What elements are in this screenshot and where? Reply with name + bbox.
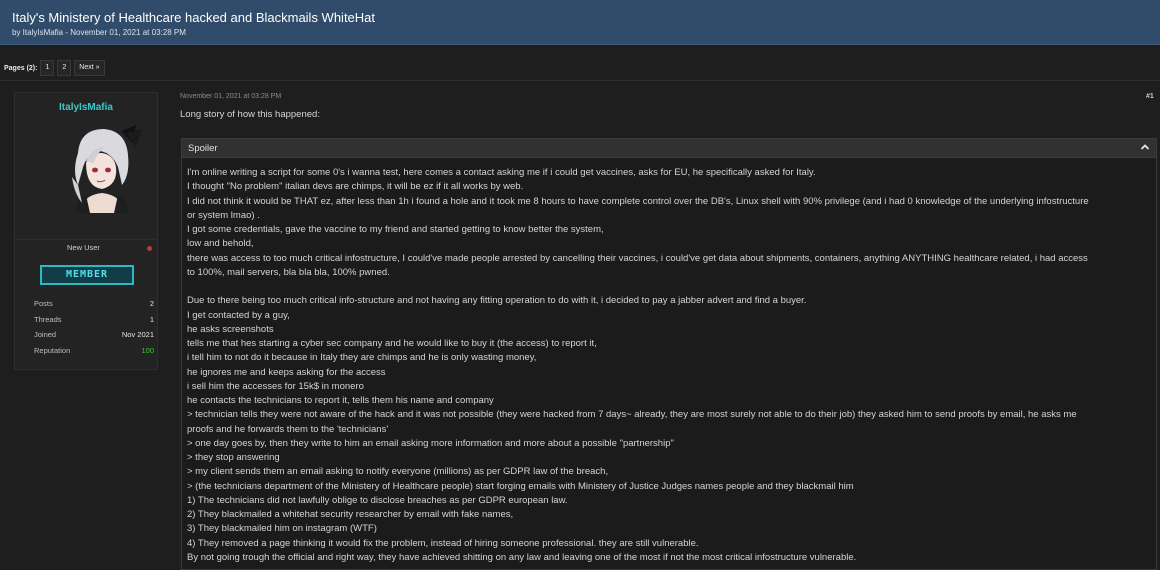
offline-status-icon	[147, 246, 152, 251]
user-stats: Posts 2 Threads 1 Joined Nov 2021 Reputation 10…	[31, 299, 154, 362]
post-text-line: Due to there being too much critical inf…	[187, 295, 807, 307]
post-text-line: 1) The technicians did not lawfully obli…	[187, 494, 568, 506]
page-link-2[interactable]: 2	[57, 60, 72, 76]
post-text-line: I get contacted by a guy,	[187, 309, 290, 321]
post-text-line	[187, 280, 1151, 294]
stat-row: Threads 1	[31, 314, 154, 331]
pagination: Pages (2): 1 2 Next »	[4, 60, 108, 76]
stat-label: Threads	[34, 314, 62, 324]
post-text-line: i sell him the accesses for 15k$ in mone…	[187, 380, 364, 392]
post-text-line: 3) They blackmailed him on instagram (WT…	[187, 523, 377, 535]
spoiler-toggle[interactable]: Spoiler	[182, 139, 1156, 158]
username-link[interactable]: ItalyIsMafia	[15, 102, 157, 113]
next-page-button[interactable]: Next »	[74, 60, 105, 76]
pagination-label: Pages (2):	[4, 64, 38, 72]
post-text-line: > they stop answering	[187, 452, 280, 463]
stat-value: 1	[149, 314, 154, 324]
post-number-link[interactable]: #1	[1146, 93, 1154, 100]
post-text-line: > (the technicians department of the Min…	[187, 480, 854, 492]
stat-value: Nov 2021	[121, 330, 154, 339]
post-intro: Long story of how this happened:	[180, 109, 320, 120]
divider	[0, 80, 1160, 81]
page-link-1[interactable]: 1	[40, 60, 55, 76]
post-text-line: he contacts the technicians to report it…	[187, 395, 494, 406]
post-text-line: or system lmao) .	[187, 209, 260, 221]
stat-label: Joined	[34, 330, 57, 339]
stat-label: Posts	[34, 299, 53, 308]
post-text-line: to 100%, mail servers, bla bla bla, 100%…	[187, 266, 390, 278]
post-text-line: > my client sends them an email asking t…	[187, 466, 609, 478]
post-text-line: tells me that hes starting a cyber sec c…	[187, 338, 597, 349]
stat-label: Reputation	[34, 345, 71, 355]
member-badge: MEMBER	[40, 265, 134, 285]
spoiler-box: Spoiler I'm online writing a script for …	[181, 138, 1157, 570]
post-text-line: I'm online writing a script for some 0's…	[187, 167, 816, 178]
chevron-up-icon[interactable]	[1140, 142, 1150, 152]
spoiler-title: Spoiler	[188, 143, 218, 154]
user-role: New User	[67, 243, 100, 252]
post-text-line: proofs and he forwards them to the 'tech…	[187, 423, 389, 435]
post-text-line: he ignores me and keeps asking for the a…	[187, 366, 386, 378]
thread-title: Italy's Ministery of Healthcare hacked a…	[12, 10, 376, 25]
stat-value: 2	[149, 299, 154, 308]
post-text-line: 2) They blackmailed a whitehat security …	[187, 509, 514, 520]
stat-row: Reputation 100	[31, 345, 154, 362]
post-text-line: I did not think it would be THAT ez, aft…	[187, 195, 1089, 207]
thread-header: Italy's Ministery of Healthcare hacked a…	[0, 0, 1160, 45]
spoiler-content: I'm online writing a script for some 0's…	[187, 166, 1151, 565]
thread-meta: by ItalyIsMafia - November 01, 2021 at 0…	[12, 28, 186, 37]
avatar[interactable]	[56, 123, 146, 213]
stat-row: Posts 2	[31, 299, 154, 315]
stat-row: Joined Nov 2021	[31, 330, 154, 346]
post-text-line: low and behold,	[187, 238, 254, 250]
post-text-line: I got some credentials, gave the vaccine…	[187, 224, 604, 235]
post-text-line: > technician tells they were not aware o…	[187, 409, 1077, 421]
post-text-line: By not going trough the official and rig…	[187, 551, 857, 563]
user-role-row: New User	[15, 239, 157, 256]
post-text-line: > one day goes by, then they write to hi…	[187, 437, 674, 449]
post-text-line: he asks screenshots	[187, 323, 274, 335]
post-text-line: i tell him to not do it because in Italy…	[187, 352, 537, 364]
post-text-line: 4) They removed a page thinking it would…	[187, 537, 699, 549]
user-panel: ItalyIsMafia New User MEMBER Posts 2 Threa…	[14, 92, 158, 370]
post-date: November 01, 2021 at 03:28 PM	[180, 93, 282, 100]
post-text-line: there was access to too much critical in…	[187, 252, 1088, 264]
stat-value: 100	[141, 345, 154, 355]
post-text-line: I thought "No problem" italian devs are …	[187, 181, 524, 193]
